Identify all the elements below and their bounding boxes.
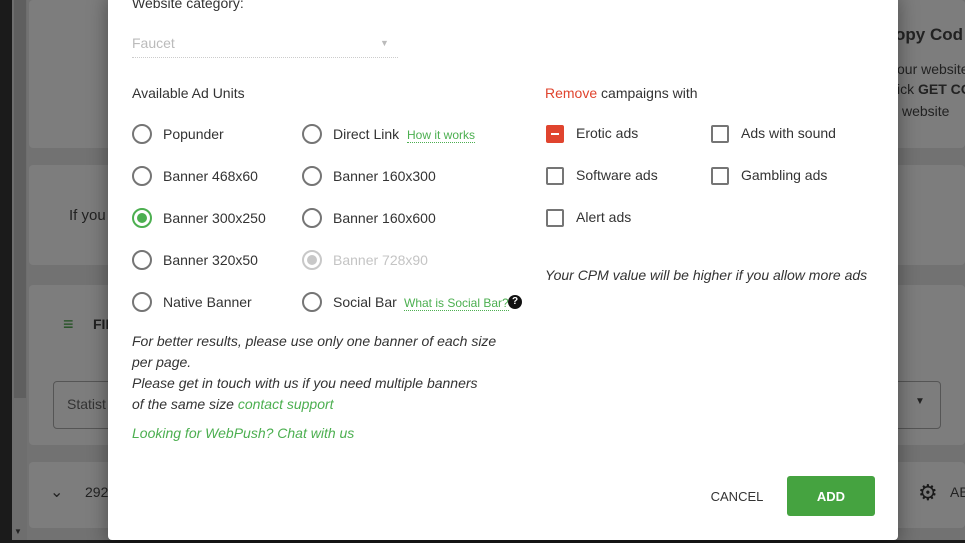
bg-text: website [902, 103, 950, 119]
note-text: Please get in touch with us if you need … [132, 375, 478, 391]
radio-direct-link[interactable] [302, 124, 322, 144]
radio-popunder[interactable] [132, 124, 152, 144]
contact-support-link[interactable]: contact support [238, 396, 334, 412]
note-text: of the same size contact support [132, 396, 334, 412]
bg-text: our website [897, 61, 965, 77]
radio-banner-320x50[interactable] [132, 250, 152, 270]
what-is-social-bar-link[interactable]: What is Social Bar? [404, 296, 509, 311]
note-text: For better results, please use only one … [132, 333, 497, 349]
checkbox-software-ads[interactable] [546, 167, 564, 185]
caret-down-icon: ▼ [915, 396, 925, 407]
radio-social-bar[interactable] [302, 292, 322, 312]
label-alert-ads: Alert ads [576, 209, 632, 225]
row-id: 292 [85, 484, 109, 500]
cpm-note: Your CPM value will be higher if you all… [545, 267, 868, 283]
chevron-down-icon[interactable]: ⌄ [50, 482, 63, 502]
scroll-down-icon[interactable]: ▼ [14, 527, 22, 536]
label-popunder: Popunder [163, 126, 224, 142]
caret-down-icon: ▼ [380, 38, 389, 48]
radio-banner-300x250[interactable] [132, 208, 152, 228]
label-software-ads: Software ads [576, 167, 658, 183]
left-edge [0, 0, 12, 543]
label-erotic-ads: Erotic ads [576, 125, 639, 141]
scrollbar-thumb[interactable] [14, 0, 26, 398]
checkbox-erotic-ads[interactable] [546, 125, 564, 143]
note-text: per page. [132, 354, 192, 370]
help-icon[interactable]: ? [508, 295, 522, 309]
ad-units-title: Available Ad Units [132, 85, 245, 101]
label-direct-link: Direct Link [333, 126, 400, 142]
gear-icon[interactable]: ⚙ [918, 480, 938, 506]
radio-banner-468x60[interactable] [132, 166, 152, 186]
row-action[interactable]: AB [950, 484, 965, 500]
radio-banner-728x90 [302, 250, 322, 270]
label-gambling-ads: Gambling ads [741, 167, 828, 183]
radio-banner-160x300[interactable] [302, 166, 322, 186]
category-label: Website category: [132, 0, 244, 11]
remove-title: Remove campaigns with [545, 85, 698, 101]
label-banner-300x250: Banner 300x250 [163, 210, 266, 226]
bg-text: ick GET CO [897, 81, 965, 97]
add-button[interactable]: ADD [787, 476, 875, 516]
webpush-chat-link[interactable]: Looking for WebPush? Chat with us [132, 425, 354, 441]
checkbox-gambling-ads[interactable] [711, 167, 729, 185]
label-banner-728x90: Banner 728x90 [333, 252, 428, 268]
checkbox-ads-with-sound[interactable] [711, 125, 729, 143]
how-it-works-link[interactable]: How it works [407, 128, 476, 143]
label-ads-with-sound: Ads with sound [741, 125, 836, 141]
bg-title: opy Cod [895, 25, 963, 44]
label-native-banner: Native Banner [163, 294, 252, 310]
checkbox-alert-ads[interactable] [546, 209, 564, 227]
category-value: Faucet [132, 35, 175, 51]
stats-select-value: Statist [67, 396, 106, 412]
filter-icon[interactable]: ≡ [63, 314, 74, 335]
cancel-button[interactable]: CANCEL [700, 476, 774, 516]
radio-native-banner[interactable] [132, 292, 152, 312]
label-social-bar: Social Bar [333, 294, 397, 310]
bg-info-text: If you [69, 207, 106, 224]
label-banner-468x60: Banner 468x60 [163, 168, 258, 184]
label-banner-160x300: Banner 160x300 [333, 168, 436, 184]
label-banner-320x50: Banner 320x50 [163, 252, 258, 268]
radio-banner-160x600[interactable] [302, 208, 322, 228]
label-banner-160x600: Banner 160x600 [333, 210, 436, 226]
